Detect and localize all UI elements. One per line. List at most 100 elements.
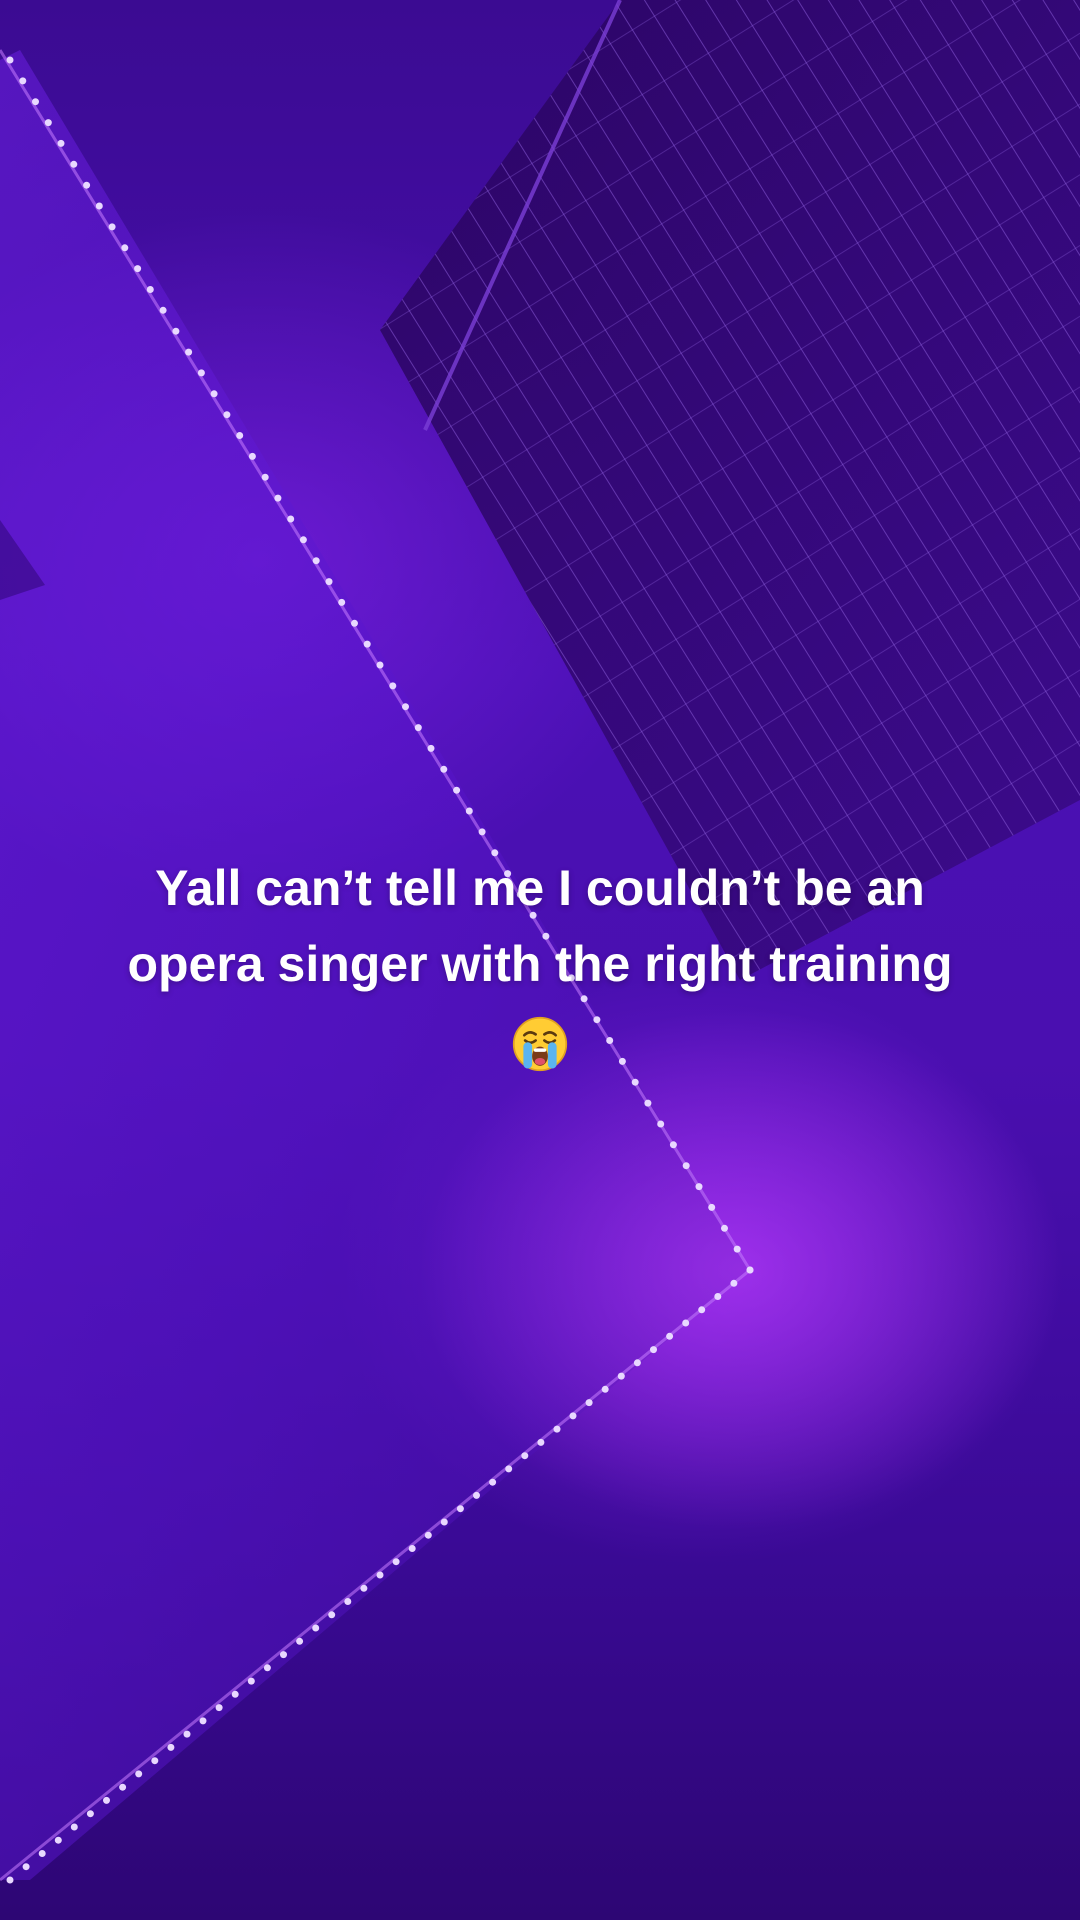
led-light-dot xyxy=(389,682,397,690)
led-light-dot xyxy=(44,119,52,127)
led-light-dot xyxy=(733,1245,741,1253)
led-light-dot xyxy=(746,1266,754,1274)
led-light-dot xyxy=(730,1279,738,1287)
led-light-dot xyxy=(70,1823,78,1831)
led-light-dot xyxy=(280,1651,287,1659)
led-light-dot xyxy=(427,744,435,752)
led-light-dot xyxy=(328,1611,336,1619)
led-light-dot xyxy=(325,578,333,586)
led-light-dot xyxy=(215,1704,223,1712)
led-light-dot xyxy=(650,1346,657,1354)
led-light-dot xyxy=(682,1162,690,1170)
led-light-dot xyxy=(424,1531,432,1539)
led-light-dot xyxy=(263,1664,271,1672)
story-caption: Yall can’t tell me I couldn’t be an oper… xyxy=(60,850,1020,1078)
led-light-dot xyxy=(54,1836,62,1844)
led-light-dot xyxy=(360,1584,368,1592)
led-light-dot xyxy=(6,1876,14,1884)
led-light-dot xyxy=(644,1099,652,1107)
led-light-dot xyxy=(453,786,461,794)
led-glow xyxy=(420,1010,1060,1530)
led-light-dot xyxy=(57,139,65,147)
led-light-dot xyxy=(108,223,116,231)
led-light-dot xyxy=(135,1770,143,1778)
led-light-dot xyxy=(312,1624,320,1632)
caption-line-2: opera singer with the right training xyxy=(127,936,953,992)
loudly-crying-face-icon xyxy=(512,1016,568,1071)
led-light-dot xyxy=(312,557,320,565)
led-light-dot xyxy=(585,1399,593,1407)
led-light-dot xyxy=(465,807,473,815)
led-light-dot xyxy=(440,1518,448,1526)
led-light-dot xyxy=(657,1120,665,1128)
led-light-dot xyxy=(721,1224,728,1232)
led-light-dot xyxy=(553,1425,561,1433)
led-light-dot xyxy=(338,598,346,606)
led-light-dot xyxy=(633,1359,641,1367)
led-light-dot xyxy=(199,1717,207,1725)
led-light-dot xyxy=(183,1730,191,1738)
led-light-dot xyxy=(537,1438,545,1446)
led-light-dot xyxy=(631,1078,639,1086)
led-light-dot xyxy=(103,1796,110,1804)
led-light-dot xyxy=(569,1412,577,1420)
led-light-dot xyxy=(473,1491,480,1499)
led-light-dot xyxy=(521,1452,529,1460)
led-light-dot xyxy=(344,1598,352,1605)
led-light-dot xyxy=(167,1743,175,1751)
led-light-dot xyxy=(617,1372,625,1380)
led-light-dot xyxy=(695,1183,703,1191)
led-light-dot xyxy=(6,56,14,64)
led-light-dot xyxy=(86,1810,94,1818)
led-light-dot xyxy=(666,1332,674,1340)
led-light-dot xyxy=(95,202,103,210)
led-light-dot xyxy=(402,703,409,711)
led-light-dot xyxy=(682,1319,690,1327)
led-light-dot xyxy=(698,1306,706,1314)
caption-emoji-line xyxy=(60,1002,1020,1078)
led-light-dot xyxy=(185,348,193,356)
led-light-dot xyxy=(669,1141,677,1149)
led-light-dot xyxy=(440,765,448,773)
led-light-dot xyxy=(376,1571,384,1579)
led-light-dot xyxy=(351,619,358,627)
led-light-dot xyxy=(601,1385,609,1393)
led-light-dot xyxy=(247,1677,255,1685)
led-light-dot xyxy=(151,1757,159,1765)
led-light-dot xyxy=(478,828,486,836)
led-light-dot xyxy=(376,661,384,669)
led-light-dot xyxy=(172,327,180,335)
led-light-dot xyxy=(121,244,129,252)
led-light-dot xyxy=(274,494,282,502)
led-light-dot xyxy=(22,1863,30,1871)
led-light-dot xyxy=(456,1505,464,1513)
led-light-dot xyxy=(489,1478,497,1486)
led-light-dot xyxy=(414,724,422,732)
led-light-dot xyxy=(32,98,39,106)
led-light-dot xyxy=(363,640,371,648)
led-light-dot xyxy=(146,286,154,293)
story-background-photo: Yall can’t tell me I couldn’t be an oper… xyxy=(0,0,1080,1920)
caption-line-1: Yall can’t tell me I couldn’t be an xyxy=(155,860,925,916)
led-light-dot xyxy=(248,452,256,460)
led-light-dot xyxy=(236,432,244,439)
led-light-dot xyxy=(19,77,27,85)
led-light-dot xyxy=(159,306,167,314)
led-light-dot xyxy=(223,411,231,419)
led-light-dot xyxy=(392,1558,400,1566)
led-light-dot xyxy=(505,1465,513,1473)
led-light-dot xyxy=(296,1637,304,1645)
led-light-dot xyxy=(287,515,295,523)
led-light-dot xyxy=(408,1545,416,1552)
led-light-dot xyxy=(38,1850,46,1857)
led-light-dot xyxy=(70,160,78,168)
led-light-dot xyxy=(134,265,142,273)
led-light-dot xyxy=(261,473,269,481)
led-light-dot xyxy=(197,369,205,377)
led-light-dot xyxy=(210,390,218,398)
led-light-dot xyxy=(83,181,91,189)
led-light-dot xyxy=(119,1783,127,1791)
led-light-dot xyxy=(714,1293,722,1300)
led-light-dot xyxy=(708,1203,716,1211)
led-light-dot xyxy=(299,536,307,544)
